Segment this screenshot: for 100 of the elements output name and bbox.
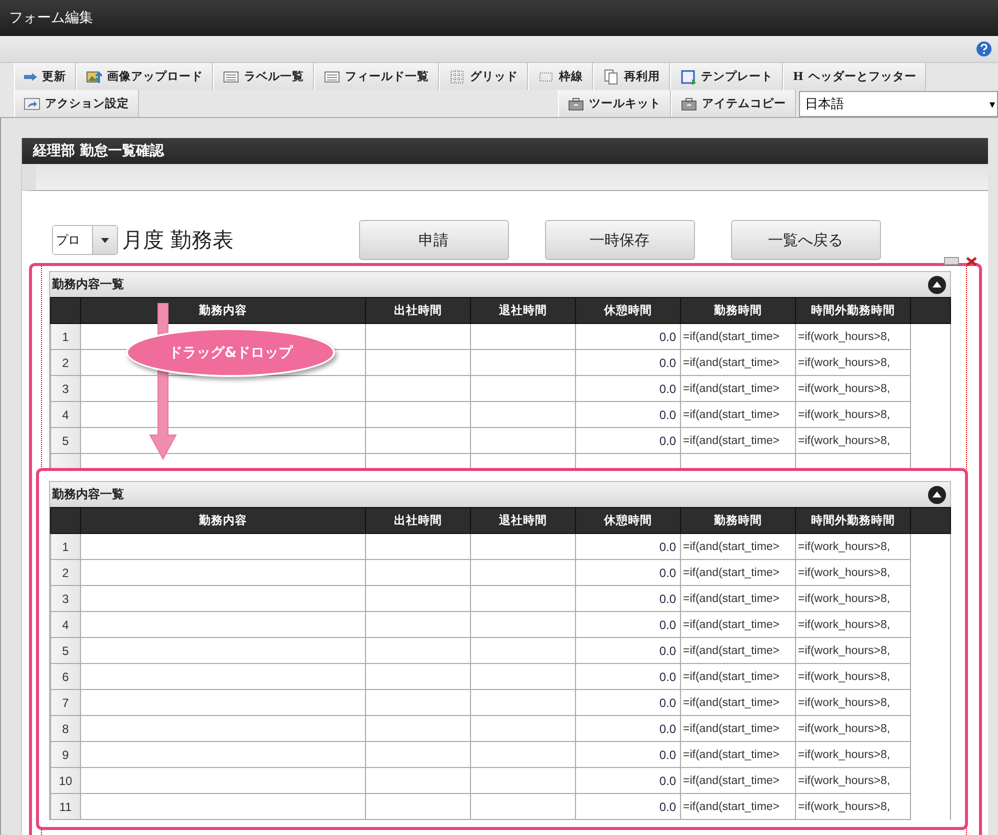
caret-icon — [101, 238, 109, 242]
table-cell[interactable]: =if(work_hours>8, — [796, 402, 910, 428]
template-icon — [680, 68, 696, 84]
table-cell[interactable]: =if(and(start_time> — [680, 612, 796, 638]
table-cell[interactable]: 0.0 — [576, 324, 680, 350]
toolbar-button[interactable]: H ヘッダーとフッター — [783, 63, 926, 90]
row-number: 4 — [50, 612, 80, 638]
table-cell[interactable]: 0.0 — [576, 402, 680, 428]
toolbar-button[interactable]: 再利用 — [593, 63, 670, 90]
table-cell[interactable]: 0.0 — [576, 742, 680, 768]
row-number: 4 — [50, 402, 80, 428]
table-cell[interactable]: =if(and(start_time> — [680, 742, 796, 768]
table-cell[interactable]: =if(and(start_time> — [680, 402, 796, 428]
row-number: 11 — [50, 794, 80, 820]
form-button[interactable]: 申請 — [358, 220, 509, 260]
arrow-icon — [24, 72, 37, 80]
column-header: 退社時間 — [470, 508, 576, 534]
row-number: 5 — [50, 428, 80, 454]
table-cell[interactable]: 0.0 — [576, 376, 680, 402]
column-header: 時間外勤務時間 — [796, 298, 910, 324]
table-cell[interactable]: =if(work_hours>8, — [796, 324, 910, 350]
table-cell[interactable]: =if(and(start_time> — [680, 350, 796, 376]
window-title: フォーム編集 — [9, 9, 93, 27]
table-cell[interactable]: 0.0 — [576, 586, 680, 612]
row-number: 5 — [50, 638, 80, 664]
table-cell[interactable]: =if(work_hours>8, — [796, 560, 910, 586]
form-heading: 月度 勤務表 — [122, 227, 234, 254]
table-cell[interactable]: =if(and(start_time> — [680, 560, 796, 586]
table-cell[interactable]: =if(and(start_time> — [680, 534, 796, 560]
toolbar-button[interactable]: グリッド — [439, 63, 528, 90]
language-select[interactable]: 日本語 ▾ — [799, 91, 998, 117]
table-cell[interactable]: =if(work_hours>8, — [796, 768, 910, 794]
minimize-icon — [944, 257, 959, 265]
form-title: 経理部 勤怠一覧確認 — [33, 142, 164, 160]
table-cell[interactable]: =if(and(start_time> — [680, 638, 796, 664]
table-cell[interactable]: 0.0 — [576, 428, 680, 454]
table-cell[interactable]: =if(work_hours>8, — [796, 690, 910, 716]
collapse-icon — [928, 276, 946, 294]
table-cell[interactable]: 0.0 — [576, 794, 680, 820]
table-cell[interactable]: 0.0 — [576, 612, 680, 638]
table-cell[interactable]: =if(and(start_time> — [680, 376, 796, 402]
table-cell[interactable]: 0.0 — [576, 716, 680, 742]
toolbar-button[interactable]: ツールキット — [558, 90, 671, 117]
list-icon — [324, 68, 340, 84]
toolbar-button[interactable]: アクション設定 — [14, 90, 139, 117]
toolbar-button[interactable]: フィールド一覧 — [314, 63, 439, 90]
column-header: 勤務内容 — [80, 508, 366, 534]
h-icon: H — [793, 70, 804, 83]
column-header: 出社時間 — [366, 508, 470, 534]
table-cell[interactable]: =if(work_hours>8, — [796, 638, 910, 664]
table-cell[interactable]: 0.0 — [576, 664, 680, 690]
toolbar-button[interactable]: テンプレート — [670, 63, 783, 90]
table-cell[interactable]: =if(work_hours>8, — [796, 742, 910, 768]
column-header: 勤務時間 — [680, 508, 796, 534]
table-cell[interactable]: 0.0 — [576, 690, 680, 716]
table-cell[interactable]: =if(and(start_time> — [680, 586, 796, 612]
toolbar-button[interactable]: ラベル一覧 — [213, 63, 314, 90]
toolbar-button[interactable]: アイテムコピー — [671, 90, 796, 117]
table-cell[interactable]: =if(work_hours>8, — [796, 664, 910, 690]
toolbar-button[interactable]: 更新 — [14, 63, 76, 90]
help-icon — [976, 41, 992, 57]
table-cell[interactable]: 0.0 — [576, 350, 680, 376]
table-cell[interactable]: =if(and(start_time> — [680, 664, 796, 690]
column-header: 退社時間 — [470, 298, 576, 324]
table-cell[interactable]: =if(work_hours>8, — [796, 586, 910, 612]
table-cell[interactable]: =if(and(start_time> — [680, 768, 796, 794]
pages-icon — [603, 68, 619, 84]
row-number: 3 — [50, 376, 80, 402]
table-cell[interactable]: 0.0 — [576, 560, 680, 586]
table-cell[interactable]: =if(work_hours>8, — [796, 534, 910, 560]
toolbox-icon — [681, 96, 697, 112]
table-cell[interactable]: =if(and(start_time> — [680, 690, 796, 716]
image-upload-icon — [86, 68, 102, 84]
table-cell[interactable]: 0.0 — [576, 768, 680, 794]
table-cell[interactable]: =if(work_hours>8, — [796, 376, 910, 402]
panel-title: 勤務内容一覧 — [52, 276, 124, 293]
table-cell[interactable]: =if(and(start_time> — [680, 324, 796, 350]
table-cell[interactable]: 0.0 — [576, 534, 680, 560]
table-cell[interactable]: =if(work_hours>8, — [796, 612, 910, 638]
table-cell[interactable]: =if(and(start_time> — [680, 716, 796, 742]
form-button[interactable]: 一覧へ戻る — [730, 220, 881, 260]
table-cell[interactable]: 0.0 — [576, 638, 680, 664]
table-cell[interactable]: =if(and(start_time> — [680, 428, 796, 454]
panel-title: 勤務内容一覧 — [52, 486, 124, 503]
table-cell[interactable]: =if(work_hours>8, — [796, 794, 910, 820]
table-cell[interactable]: =if(work_hours>8, — [796, 428, 910, 454]
table-cell[interactable]: =if(and(start_time> — [680, 794, 796, 820]
month-select[interactable]: プロ — [52, 225, 118, 255]
list-icon — [223, 68, 239, 84]
form-button[interactable]: 一時保存 — [544, 220, 695, 260]
toolbar-button[interactable]: 画像アップロード — [76, 63, 213, 90]
row-number: 6 — [50, 664, 80, 690]
row-number: 3 — [50, 586, 80, 612]
toolbar-button[interactable]: 枠線 — [528, 63, 593, 90]
column-header: 勤務時間 — [680, 298, 796, 324]
table-cell[interactable]: =if(work_hours>8, — [796, 716, 910, 742]
row-number: 10 — [50, 768, 80, 794]
row-number: 2 — [50, 350, 80, 376]
table-cell[interactable]: =if(work_hours>8, — [796, 350, 910, 376]
row-number: 9 — [50, 742, 80, 768]
